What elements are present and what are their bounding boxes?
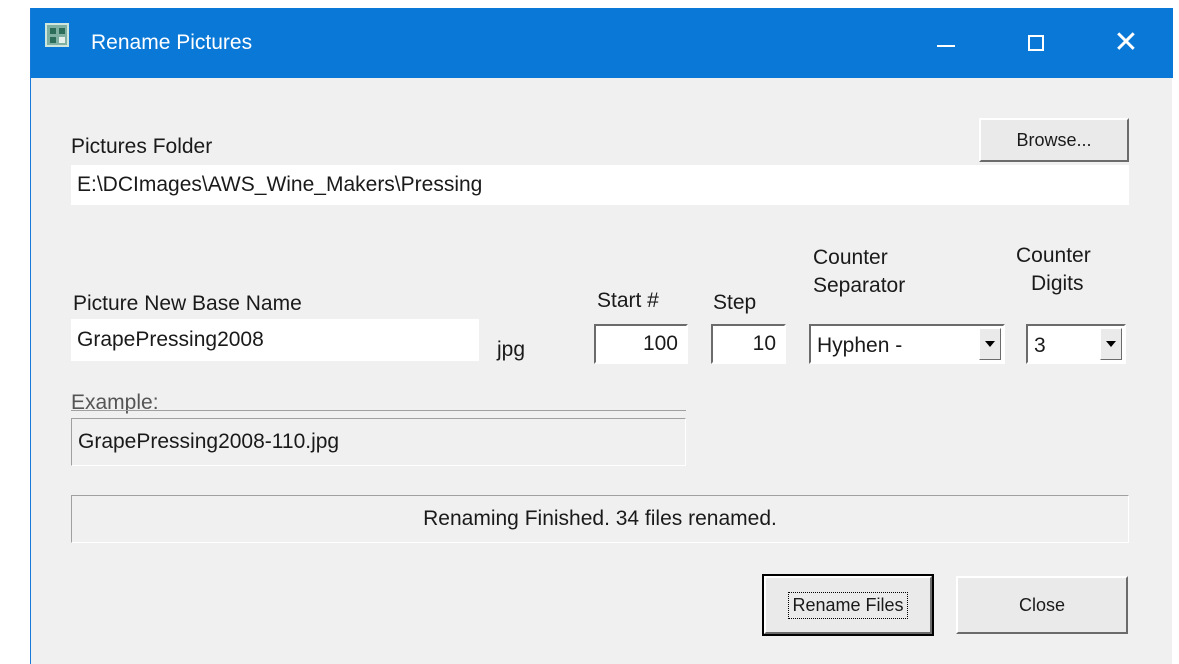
base-name-input[interactable]: GrapePressing2008 bbox=[71, 319, 479, 361]
step-input[interactable]: 10 bbox=[711, 324, 786, 364]
start-label: Start # bbox=[597, 289, 659, 312]
counter-digits-value: 3 bbox=[1034, 334, 1046, 357]
rename-files-button-label: Rename Files bbox=[788, 591, 908, 619]
extension-label: jpg bbox=[497, 338, 526, 361]
maximize-button[interactable] bbox=[991, 8, 1081, 78]
app-icon bbox=[45, 23, 69, 47]
digits-dropdown-button[interactable] bbox=[1100, 328, 1122, 360]
pictures-folder-label: Pictures Folder bbox=[71, 135, 213, 158]
title-bar[interactable]: Rename Pictures ✕ bbox=[31, 8, 1173, 78]
base-name-label: Picture New Base Name bbox=[73, 292, 302, 315]
close-icon: ✕ bbox=[1113, 26, 1139, 59]
window-title: Rename Pictures bbox=[91, 31, 253, 54]
separator-dropdown-button[interactable] bbox=[979, 328, 1001, 360]
counter-separator-label-line2: Separator bbox=[813, 274, 906, 297]
chevron-down-icon bbox=[985, 341, 995, 347]
minimize-icon bbox=[937, 45, 955, 47]
example-output: GrapePressing2008-110.jpg bbox=[71, 418, 686, 466]
example-divider bbox=[71, 410, 686, 411]
counter-separator-label-line1: Counter bbox=[813, 246, 888, 269]
rename-pictures-dialog: Rename Pictures ✕ Pictures Folder Browse… bbox=[30, 8, 1173, 664]
browse-button-label: Browse... bbox=[1016, 129, 1092, 150]
start-number-input[interactable]: 100 bbox=[594, 324, 688, 364]
browse-button[interactable]: Browse... bbox=[979, 118, 1129, 162]
chevron-down-icon bbox=[1106, 341, 1116, 347]
close-button-label: Close bbox=[1018, 594, 1066, 615]
counter-digits-label-line1: Counter bbox=[1016, 244, 1091, 267]
step-label: Step bbox=[713, 291, 757, 314]
minimize-button[interactable] bbox=[901, 8, 991, 78]
pictures-folder-input[interactable]: E:\DCImages\AWS_Wine_Makers\Pressing bbox=[71, 165, 1129, 205]
status-message: Renaming Finished. 34 files renamed. bbox=[71, 495, 1129, 543]
counter-digits-label-line2: Digits bbox=[1031, 272, 1084, 295]
counter-digits-select[interactable]: 3 bbox=[1026, 324, 1126, 364]
maximize-icon bbox=[1028, 35, 1044, 51]
rename-files-button[interactable]: Rename Files bbox=[762, 574, 934, 636]
counter-separator-value: Hyphen - bbox=[817, 334, 903, 357]
counter-separator-select[interactable]: Hyphen - bbox=[809, 324, 1005, 364]
example-label: Example: bbox=[71, 391, 159, 414]
close-window-button[interactable]: ✕ bbox=[1081, 8, 1171, 78]
close-button[interactable]: Close bbox=[956, 576, 1128, 634]
